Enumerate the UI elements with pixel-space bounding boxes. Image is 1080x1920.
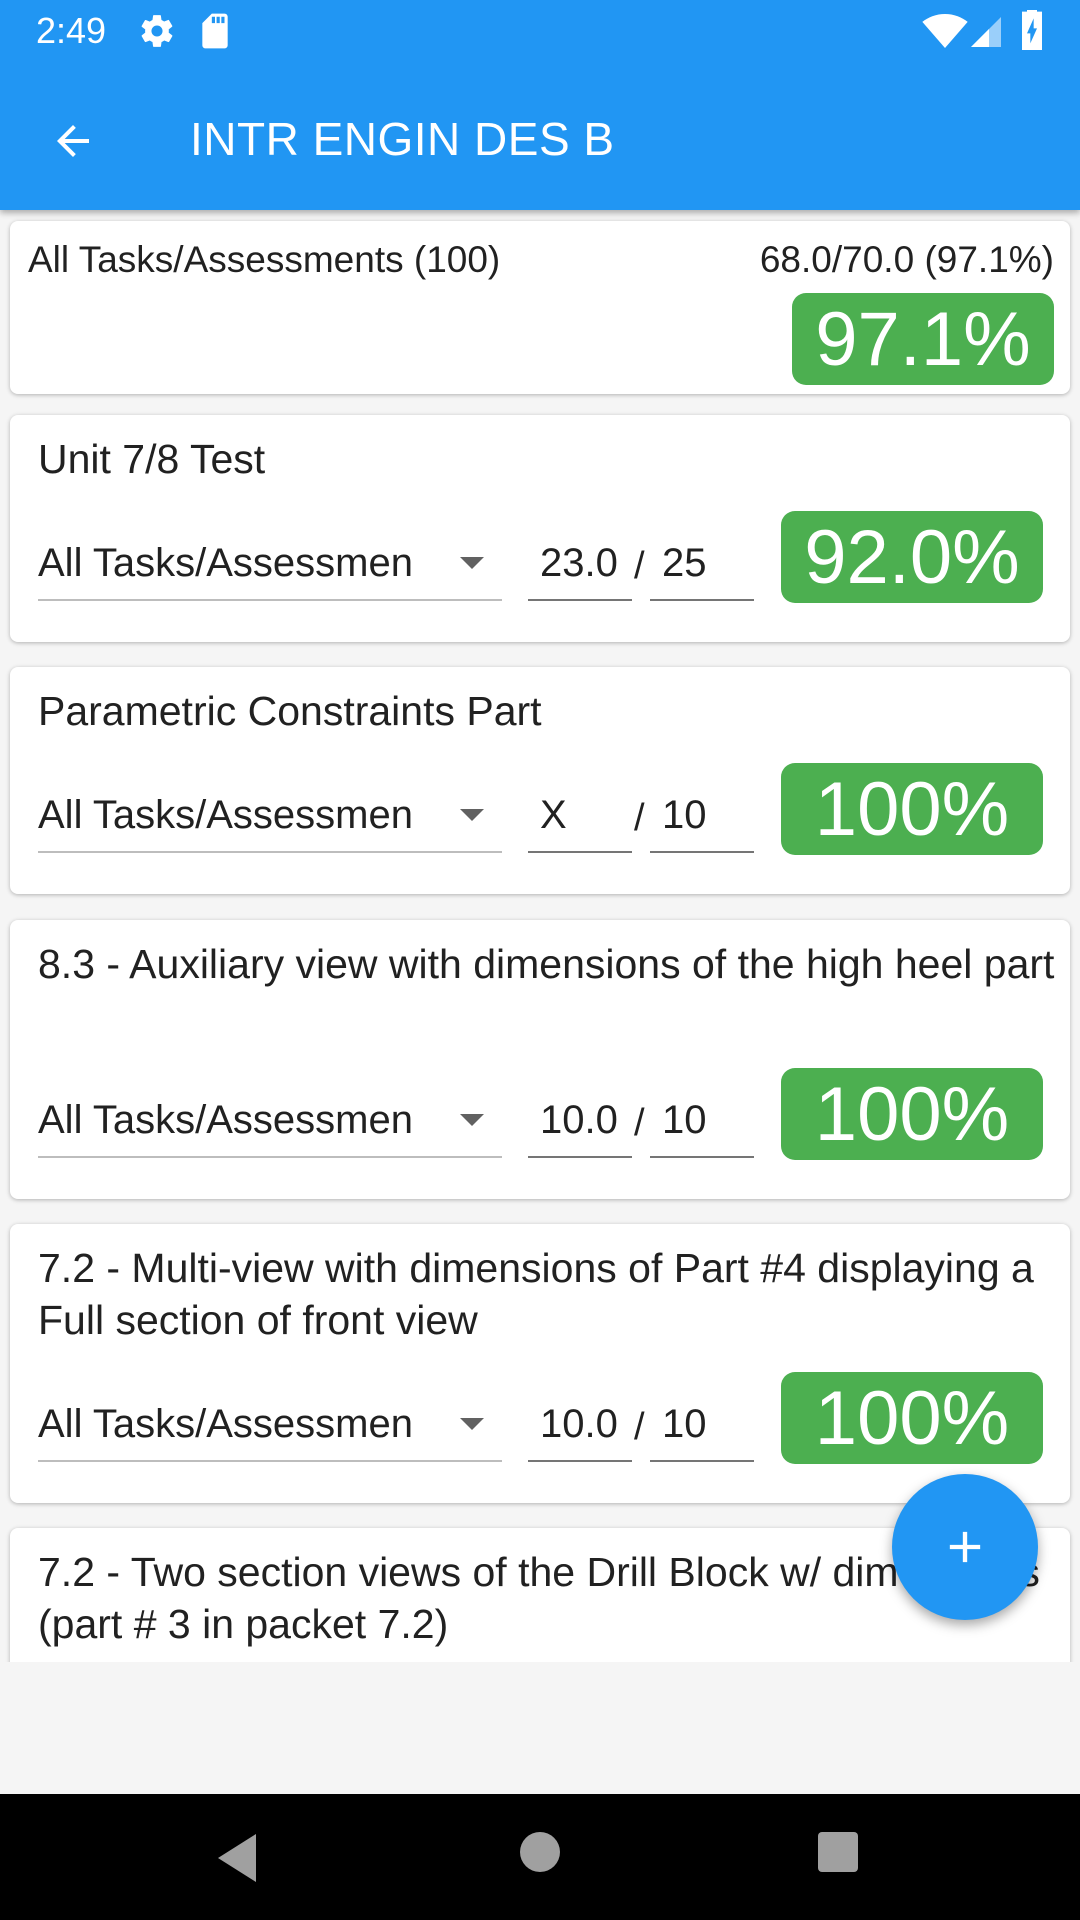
battery-charging-icon: [1022, 10, 1042, 50]
possible-points-input[interactable]: 10: [650, 1398, 754, 1462]
category-dropdown-value: All Tasks/Assessmen: [38, 1098, 413, 1142]
nav-recents-icon[interactable]: [818, 1832, 858, 1872]
assignment-title: 8.3 - Auxiliary view with dimensions of …: [38, 941, 1055, 987]
category-score: 68.0/70.0 (97.1%): [759, 239, 1054, 280]
page-title: INTR ENGIN DES B: [190, 113, 615, 165]
dropdown-arrow-icon: [460, 1114, 484, 1126]
percent-badge: 100%: [781, 1068, 1043, 1160]
category-label: All Tasks/Assessments (100): [28, 239, 501, 280]
earned-points-input[interactable]: X: [528, 789, 632, 853]
assignment-card: Parametric Constraints Part All Tasks/As…: [10, 667, 1070, 894]
cell-signal-icon: [971, 17, 1001, 47]
percent-badge: 92.0%: [781, 511, 1043, 603]
back-button[interactable]: [38, 106, 108, 176]
assignment-card: 8.3 - Auxiliary view with dimensions of …: [10, 920, 1070, 1199]
system-nav-bar: [0, 1794, 1080, 1920]
status-time: 2:49: [36, 10, 107, 51]
percent-badge: 100%: [781, 1372, 1043, 1464]
possible-points-input[interactable]: 10: [650, 789, 754, 853]
add-assignment-button[interactable]: [892, 1474, 1038, 1620]
score-separator: /: [634, 545, 645, 587]
percent-badge: 100%: [781, 763, 1043, 855]
possible-points-input[interactable]: 10: [650, 1094, 754, 1158]
dropdown-arrow-icon: [460, 1418, 484, 1430]
earned-points-input[interactable]: 10.0: [528, 1094, 632, 1158]
dropdown-arrow-icon: [460, 809, 484, 821]
category-dropdown-value: All Tasks/Assessmen: [38, 1402, 413, 1446]
earned-points-input[interactable]: 10.0: [528, 1398, 632, 1462]
category-dropdown[interactable]: All Tasks/Assessmen: [38, 537, 502, 601]
percent-badge: 97.1%: [792, 293, 1054, 385]
category-dropdown-value: All Tasks/Assessmen: [38, 541, 413, 585]
earned-points-input[interactable]: 23.0: [528, 537, 632, 601]
category-dropdown[interactable]: All Tasks/Assessmen: [38, 1398, 502, 1462]
assignment-card: 7.2 - Multi-view with dimensions of Part…: [10, 1224, 1070, 1503]
score-separator: /: [634, 797, 645, 839]
assignment-title: Unit 7/8 Test: [38, 436, 266, 482]
plus-icon: [949, 1531, 981, 1563]
nav-home-icon[interactable]: [520, 1832, 560, 1872]
category-dropdown-value: All Tasks/Assessmen: [38, 793, 413, 837]
status-bar: 2:49: [0, 0, 1080, 63]
category-dropdown[interactable]: All Tasks/Assessmen: [38, 789, 502, 853]
nav-back-icon[interactable]: [212, 1830, 262, 1886]
arrow-back-icon: [57, 125, 89, 157]
dropdown-arrow-icon: [460, 557, 484, 569]
screen: 2:49 INTR ENGIN DES B All Tasks/Assessme…: [0, 0, 1080, 1920]
grades-list[interactable]: All Tasks/Assessments (100) 68.0/70.0 (9…: [0, 210, 1080, 1662]
category-dropdown[interactable]: All Tasks/Assessmen: [38, 1094, 502, 1158]
sd-card-icon: [202, 13, 228, 49]
possible-points-input[interactable]: 25: [650, 537, 754, 601]
score-separator: /: [634, 1406, 645, 1448]
wifi-icon: [922, 14, 968, 48]
score-separator: /: [634, 1102, 645, 1144]
category-summary-card: All Tasks/Assessments (100) 68.0/70.0 (9…: [10, 221, 1070, 394]
assignment-title: Parametric Constraints Part: [38, 688, 542, 734]
assignment-card: Unit 7/8 Test All Tasks/Assessmen 23.0 /…: [10, 415, 1070, 642]
app-bar: 2:49 INTR ENGIN DES B: [0, 0, 1080, 210]
assignment-title: 7.2 - Multi-view with dimensions of Part…: [38, 1245, 1034, 1343]
gear-icon: [141, 15, 173, 47]
